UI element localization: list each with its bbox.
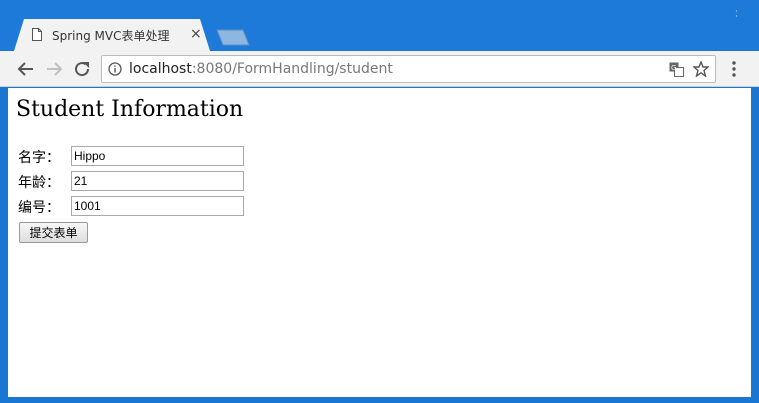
- page-content: Student Information 名字： 年龄： 编号： 提交表单: [8, 88, 751, 397]
- url-text[interactable]: localhost:8080/FormHandling/student: [129, 61, 393, 77]
- reload-icon[interactable]: [72, 59, 92, 79]
- back-arrow-icon[interactable]: [16, 59, 36, 79]
- page-title: Student Information: [16, 97, 244, 122]
- info-icon[interactable]: [108, 62, 122, 76]
- translate-icon[interactable]: G: [669, 62, 684, 77]
- star-icon[interactable]: [693, 61, 709, 77]
- tab-close-icon[interactable]: ×: [190, 26, 202, 42]
- name-input[interactable]: [71, 146, 244, 166]
- document-icon: [32, 28, 42, 41]
- age-input[interactable]: [71, 171, 244, 191]
- name-label: 名字：: [18, 150, 60, 166]
- age-label: 年龄：: [18, 175, 60, 191]
- forward-arrow-icon[interactable]: [44, 59, 64, 79]
- svg-text:G: G: [671, 64, 676, 72]
- url-host: localhost: [129, 61, 192, 77]
- address-bar[interactable]: localhost:8080/FormHandling/student G: [101, 55, 716, 83]
- tab-title: Spring MVC表单处理: [52, 29, 170, 43]
- title-bar: · · Spring MVC表单处理 ×: [0, 0, 759, 51]
- url-path: :8080/FormHandling/student: [191, 61, 393, 77]
- browser-toolbar: localhost:8080/FormHandling/student G: [0, 51, 759, 87]
- id-input[interactable]: [71, 196, 244, 216]
- tab-active[interactable]: Spring MVC表单处理 ×: [14, 19, 210, 51]
- new-tab-icon[interactable]: [216, 29, 250, 46]
- submit-button[interactable]: 提交表单: [19, 222, 88, 243]
- id-label: 编号：: [18, 200, 60, 216]
- three-dot-menu-icon[interactable]: [728, 59, 740, 79]
- browser-window: · · Spring MVC表单处理 × localhost:8080/Form…: [0, 0, 759, 403]
- window-controls-indicator: · ·: [735, 7, 738, 22]
